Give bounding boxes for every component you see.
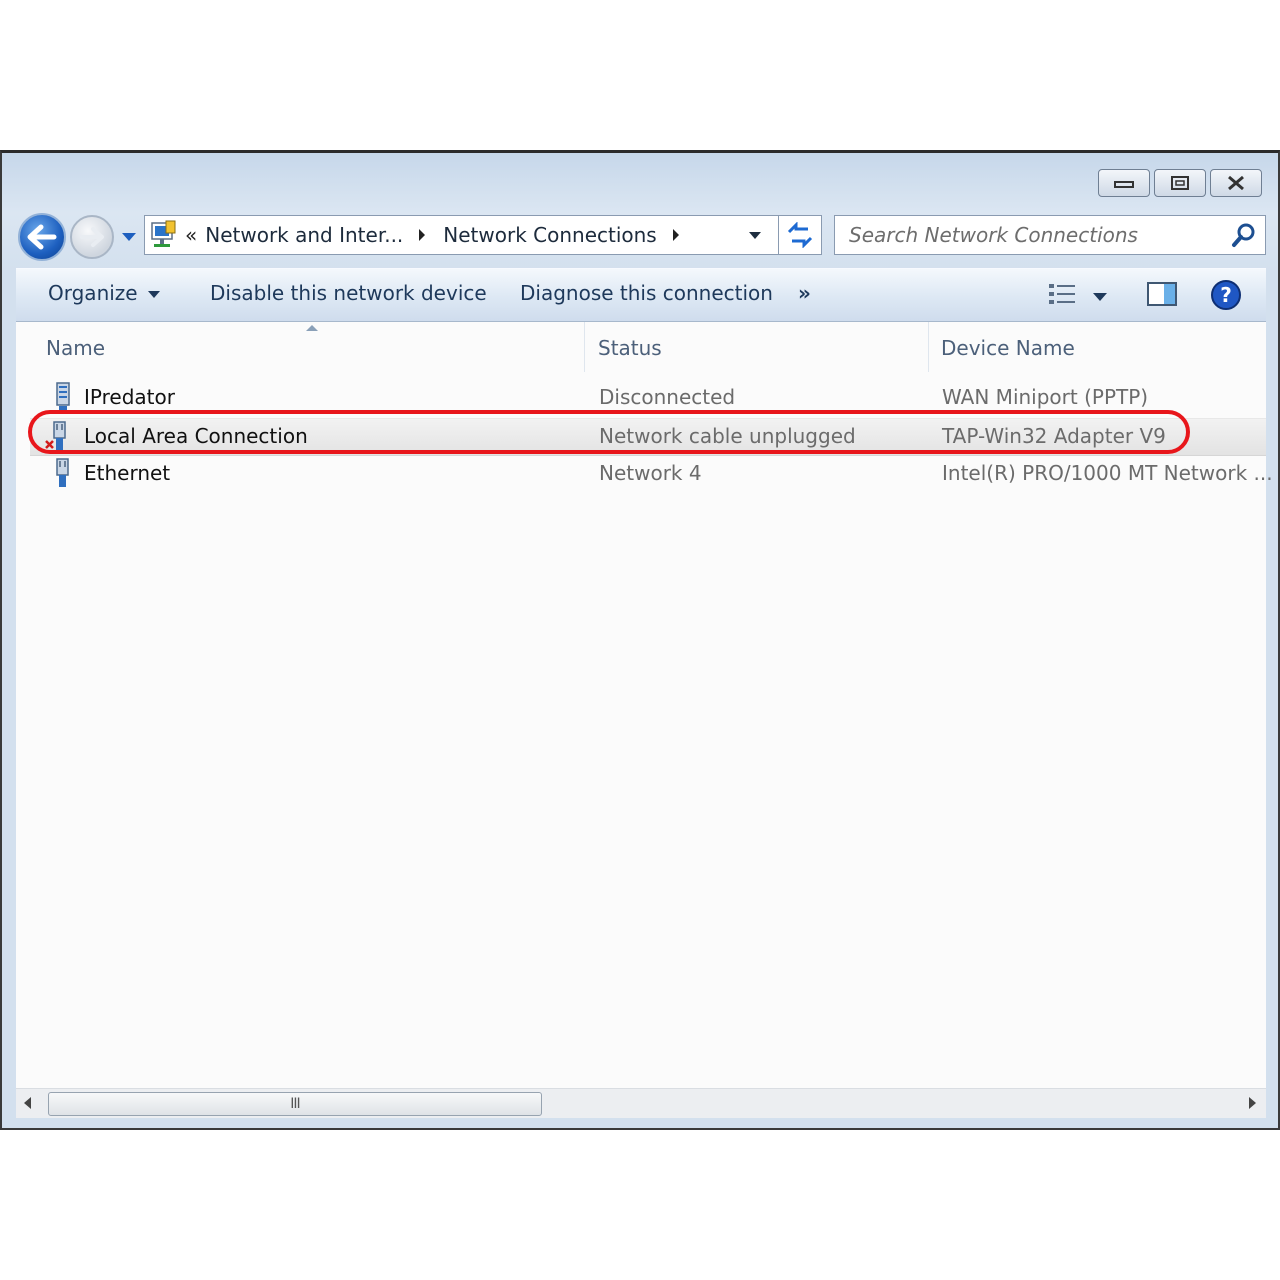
column-divider[interactable] xyxy=(928,322,929,372)
navigation-bar: « Network and Inter... Network Connectio… xyxy=(18,211,1266,261)
diagnose-connection-button[interactable]: Diagnose this connection xyxy=(520,281,773,305)
column-divider[interactable] xyxy=(584,322,585,372)
view-options-button[interactable] xyxy=(1046,279,1080,313)
preview-pane-icon xyxy=(1147,282,1177,306)
scrollbar-grip: III xyxy=(290,1096,300,1112)
connection-device: Intel(R) PRO/1000 MT Network ... xyxy=(942,461,1273,485)
connection-name: Local Area Connection xyxy=(84,424,308,448)
svg-text:?: ? xyxy=(1220,283,1232,307)
preview-pane-button[interactable] xyxy=(1146,279,1178,313)
connection-device: WAN Miniport (PPTP) xyxy=(942,385,1149,409)
breadcrumb-network-and-internet[interactable]: Network and Inter... xyxy=(205,223,403,247)
arrow-right-icon xyxy=(80,227,104,247)
file-list: Name Status Device Name IPredator Discon… xyxy=(16,322,1273,1088)
breadcrumb-network-connections[interactable]: Network Connections xyxy=(443,223,656,247)
table-row-selected[interactable]: Local Area Connection Network cable unpl… xyxy=(30,418,1266,456)
explorer-window: « Network and Inter... Network Connectio… xyxy=(0,150,1280,1130)
close-icon xyxy=(1228,175,1244,191)
column-header-name[interactable]: Name xyxy=(46,336,105,360)
scroll-right-icon[interactable] xyxy=(1249,1097,1256,1109)
address-bar[interactable]: « Network and Inter... Network Connectio… xyxy=(144,215,822,255)
scroll-left-icon[interactable] xyxy=(24,1097,31,1109)
organize-button[interactable]: Organize xyxy=(48,281,160,305)
back-button[interactable] xyxy=(18,213,66,261)
chevron-down-icon xyxy=(122,233,136,241)
more-commands-button[interactable]: » xyxy=(798,281,811,305)
minimize-button[interactable] xyxy=(1098,169,1150,197)
disable-device-button[interactable]: Disable this network device xyxy=(210,281,487,305)
column-header-device-name[interactable]: Device Name xyxy=(941,336,1075,360)
maximize-button[interactable] xyxy=(1154,169,1206,197)
details-view-icon xyxy=(1049,284,1075,304)
column-header-status[interactable]: Status xyxy=(598,336,662,360)
search-input[interactable] xyxy=(847,222,1231,248)
network-connections-icon xyxy=(151,220,176,247)
forward-button[interactable] xyxy=(70,215,114,259)
help-button[interactable]: ? xyxy=(1210,279,1242,315)
vpn-connection-icon xyxy=(56,382,70,412)
scrollbar-thumb[interactable]: III xyxy=(48,1092,542,1116)
command-bar: Organize Disable this network device Dia… xyxy=(16,268,1266,322)
breadcrumb-separator-icon[interactable] xyxy=(672,229,679,241)
breadcrumb-separator-icon[interactable] xyxy=(419,229,426,241)
chevron-down-icon xyxy=(147,291,160,298)
breadcrumb-overflow[interactable]: « xyxy=(185,223,197,247)
close-button[interactable] xyxy=(1210,169,1262,197)
recent-pages-dropdown[interactable] xyxy=(120,227,138,247)
connection-name: IPredator xyxy=(84,385,175,409)
network-adapter-icon xyxy=(56,458,69,487)
caption-buttons xyxy=(1098,169,1262,197)
search-box[interactable] xyxy=(834,215,1266,255)
chevron-down-icon xyxy=(1093,293,1107,301)
search-icon[interactable] xyxy=(1231,222,1257,248)
organize-label: Organize xyxy=(48,281,138,305)
connection-status: Network 4 xyxy=(599,461,702,485)
help-icon: ? xyxy=(1211,280,1241,310)
view-dropdown[interactable] xyxy=(1092,287,1108,306)
connection-name: Ethernet xyxy=(84,461,171,485)
connection-status: Disconnected xyxy=(599,385,736,409)
table-row[interactable]: IPredator Disconnected WAN Miniport (PPT… xyxy=(30,380,1266,418)
connection-device: TAP-Win32 Adapter V9 xyxy=(942,424,1166,448)
connection-status: Network cable unplugged xyxy=(599,424,856,448)
horizontal-scrollbar[interactable]: III xyxy=(16,1088,1266,1118)
address-dropdown[interactable] xyxy=(733,216,777,254)
refresh-icon xyxy=(787,222,813,248)
arrow-left-icon xyxy=(27,224,57,250)
sort-ascending-icon xyxy=(306,325,318,331)
unplugged-network-icon xyxy=(45,421,66,450)
table-row[interactable]: Ethernet Network 4 Intel(R) PRO/1000 MT … xyxy=(30,456,1273,494)
maximize-icon xyxy=(1171,176,1189,190)
chevron-down-icon xyxy=(749,231,761,239)
minimize-icon xyxy=(1114,181,1134,188)
refresh-button[interactable] xyxy=(778,215,822,255)
